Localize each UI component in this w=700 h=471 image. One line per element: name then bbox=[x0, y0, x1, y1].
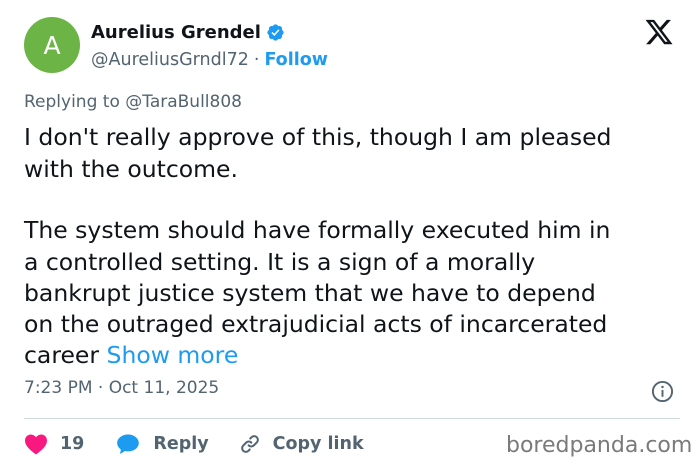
tweet-text-line: career bbox=[24, 341, 100, 369]
tweet-text-line: I don't really approve of this, though I… bbox=[24, 123, 612, 151]
like-button[interactable]: 19 bbox=[24, 433, 84, 455]
heart-icon bbox=[25, 434, 47, 455]
handle-row: @AureliusGrndl72 · Follow bbox=[91, 47, 328, 73]
avatar-letter: A bbox=[43, 30, 61, 60]
watermark: boredpanda.com bbox=[506, 433, 693, 458]
action-bar: 19 Reply Copy link bbox=[24, 428, 364, 460]
divider bbox=[24, 418, 680, 419]
info-icon[interactable] bbox=[651, 380, 674, 403]
tweet-text-line: The system should have formally executed… bbox=[24, 216, 611, 244]
tweet-text-line: a controlled setting. It is a sign of a … bbox=[24, 248, 536, 276]
follow-button[interactable]: Follow bbox=[264, 50, 327, 70]
author-handle[interactable]: @AureliusGrndl72 bbox=[91, 50, 249, 70]
show-more-link[interactable]: Show more bbox=[107, 341, 239, 369]
copy-link-button[interactable]: Copy link bbox=[239, 433, 364, 455]
reply-button[interactable]: Reply bbox=[116, 433, 209, 455]
tweet-text-line: with the outcome. bbox=[24, 155, 238, 183]
like-count: 19 bbox=[60, 434, 85, 454]
tweet-card: A Aurelius Grendel @AureliusGrndl72 · Fo… bbox=[0, 0, 700, 471]
tweet-text-last-line: career Show more bbox=[24, 340, 684, 371]
replying-mention[interactable]: @TaraBull808 bbox=[125, 92, 242, 112]
replying-prefix: Replying to bbox=[24, 92, 120, 112]
avatar[interactable]: A bbox=[24, 17, 80, 73]
timestamp[interactable]: 7:23 PM · Oct 11, 2025 bbox=[24, 378, 219, 398]
reply-label: Reply bbox=[153, 434, 209, 454]
author-name[interactable]: Aurelius Grendel bbox=[91, 22, 261, 43]
author-name-row: Aurelius Grendel bbox=[91, 19, 285, 45]
link-icon bbox=[240, 435, 259, 453]
copy-link-label: Copy link bbox=[272, 434, 364, 454]
x-logo-icon[interactable] bbox=[644, 17, 674, 47]
replying-to: Replying to @TaraBull808 bbox=[24, 92, 242, 112]
separator-dot: · bbox=[253, 50, 260, 70]
verified-badge-icon bbox=[267, 23, 284, 41]
tweet-text-line: bankrupt justice system that we have to … bbox=[24, 279, 596, 307]
tweet-text-line: on the outraged extrajudicial acts of in… bbox=[24, 310, 608, 338]
reply-bubble-icon bbox=[117, 434, 140, 454]
